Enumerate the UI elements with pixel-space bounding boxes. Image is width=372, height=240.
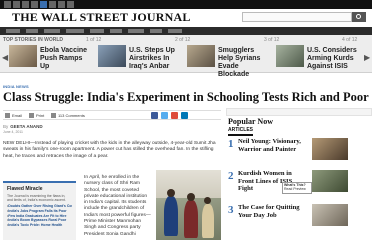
story-count: 3 of 12 [264, 37, 280, 43]
section-nav-item[interactable] [26, 29, 38, 33]
popular-rank: 1 [228, 138, 234, 150]
photo-figure [184, 200, 198, 238]
section-nav-item[interactable] [44, 29, 60, 33]
section-nav-item[interactable] [110, 29, 122, 33]
tab-articles[interactable]: ARTICLES [228, 127, 253, 136]
global-nav-bar [0, 0, 372, 9]
chevron-right-icon[interactable]: ▶ [364, 53, 370, 63]
google-plus-icon[interactable] [171, 112, 178, 119]
top-stories-strip: TOP STORIES IN WORLD ◀ Ebola Vaccine Pus… [0, 35, 372, 78]
nav-icon[interactable] [49, 1, 56, 8]
series-link[interactable]: India's Jobs Program Falls Its Poor [7, 209, 72, 214]
search-button[interactable] [352, 12, 366, 22]
twitter-icon[interactable] [161, 112, 168, 119]
section-nav [0, 27, 372, 35]
section-nav-item[interactable] [66, 29, 84, 33]
article-date: June 4, 2011 [3, 130, 23, 134]
popular-rank: 2 [228, 170, 234, 182]
preview-tooltip: What's This? Read Preview [282, 182, 312, 194]
nav-icon[interactable] [58, 1, 65, 8]
byline-prefix: By [3, 124, 9, 129]
photo-figure [187, 193, 195, 201]
article-lead-paragraph: NEW DELHI—Instead of playing cricket wit… [3, 141, 216, 159]
photo-figure [167, 189, 175, 197]
series-title: Flawed Miracle [7, 186, 43, 192]
story-count: 2 of 12 [175, 37, 191, 43]
linkedin-icon[interactable] [181, 112, 188, 119]
popular-thumbnail[interactable] [312, 204, 348, 226]
section-nav-item[interactable] [128, 29, 144, 33]
nav-icon[interactable] [40, 1, 47, 8]
nav-icon[interactable] [22, 1, 29, 8]
story-title: U.S. Steps Up Airstrikes In Iraq's Anbar [129, 47, 175, 70]
search-input[interactable] [242, 12, 352, 22]
right-rail: Popular Now ARTICLES 1 Neil Young: Visio… [226, 108, 372, 240]
story-thumbnail [98, 45, 126, 67]
comments-button[interactable]: 113 Comments [58, 113, 85, 118]
search-icon [356, 14, 361, 19]
ad-banner[interactable] [226, 108, 372, 116]
email-icon [5, 113, 10, 118]
top-story-item[interactable]: U.S. Steps Up Airstrikes In Iraq's Anbar [98, 45, 184, 71]
story-count: 1 of 12 [86, 37, 102, 43]
nav-icon[interactable] [4, 1, 11, 8]
section-nav-item[interactable] [6, 29, 20, 33]
popular-rank: 3 [228, 204, 234, 216]
byline: By GEETA ANAND [3, 124, 43, 129]
story-title: U.S. Considers Arming Kurds Against ISIS [307, 47, 357, 70]
comment-icon [51, 113, 56, 118]
photo-figure [202, 204, 214, 238]
article-headline: Class Struggle: India's Experiment in Sc… [3, 90, 369, 104]
section-nav-item[interactable] [150, 29, 162, 33]
article-toolbar: Email Print 113 Comments [3, 110, 221, 120]
popular-thumbnail[interactable] [312, 138, 348, 160]
popular-item[interactable]: 1 Neil Young: Visionary, Warrior and Pai… [228, 138, 370, 164]
series-link[interactable]: India's Toxic Pride: Home Health [7, 223, 72, 228]
story-title: Smugglers Help Syrians Evade Blockade [218, 47, 261, 78]
print-icon [29, 113, 34, 118]
nav-icon[interactable] [31, 1, 38, 8]
story-count: 4 of 12 [342, 37, 358, 43]
tooltip-body: Read Preview [284, 186, 306, 191]
email-button[interactable]: Email [12, 113, 22, 118]
series-box: Flawed Miracle The Journal is examining … [3, 181, 76, 240]
popular-thumbnail[interactable] [312, 170, 348, 192]
story-thumbnail [276, 45, 304, 67]
nav-icon[interactable] [67, 1, 74, 8]
photo-figure [164, 196, 178, 236]
popular-now-title: Popular Now [228, 117, 273, 126]
story-title: Ebola Vaccine Push Ramps Up [40, 47, 88, 70]
story-thumbnail [187, 45, 215, 67]
popular-title[interactable]: The Case for Quitting Your Day Job [238, 204, 308, 219]
facebook-icon[interactable] [151, 112, 158, 119]
photo-figure [204, 197, 211, 204]
popular-title[interactable]: Neil Young: Visionary, Warrior and Paint… [238, 138, 308, 153]
top-story-item[interactable]: Smugglers Help Syrians Evade Blockade [187, 45, 273, 78]
top-story-item[interactable]: U.S. Considers Arming Kurds Against ISIS [276, 45, 362, 71]
section-nav-item[interactable] [90, 29, 104, 33]
top-stories-label: TOP STORIES IN WORLD [3, 37, 64, 43]
chevron-left-icon[interactable]: ◀ [2, 53, 8, 63]
nav-icon[interactable] [13, 1, 20, 8]
print-button[interactable]: Print [36, 113, 44, 118]
top-story-item[interactable]: Ebola Vaccine Push Ramps Up [9, 45, 95, 71]
article-paragraph: In April, he enrolled in the nursery cla… [84, 175, 151, 237]
author-name[interactable]: GEETA ANAND [10, 124, 42, 129]
wsj-logo[interactable]: THE WALL STREET JOURNAL [12, 10, 191, 25]
section-kicker[interactable]: INDIA NEWS [3, 84, 29, 89]
article-photo[interactable] [156, 170, 221, 240]
section-nav-item[interactable] [168, 29, 182, 33]
story-thumbnail [9, 45, 37, 67]
popular-item[interactable]: 3 The Case for Quitting Your Day Job [228, 204, 370, 230]
series-description: The Journal is examining the flaws in, a… [7, 194, 66, 203]
